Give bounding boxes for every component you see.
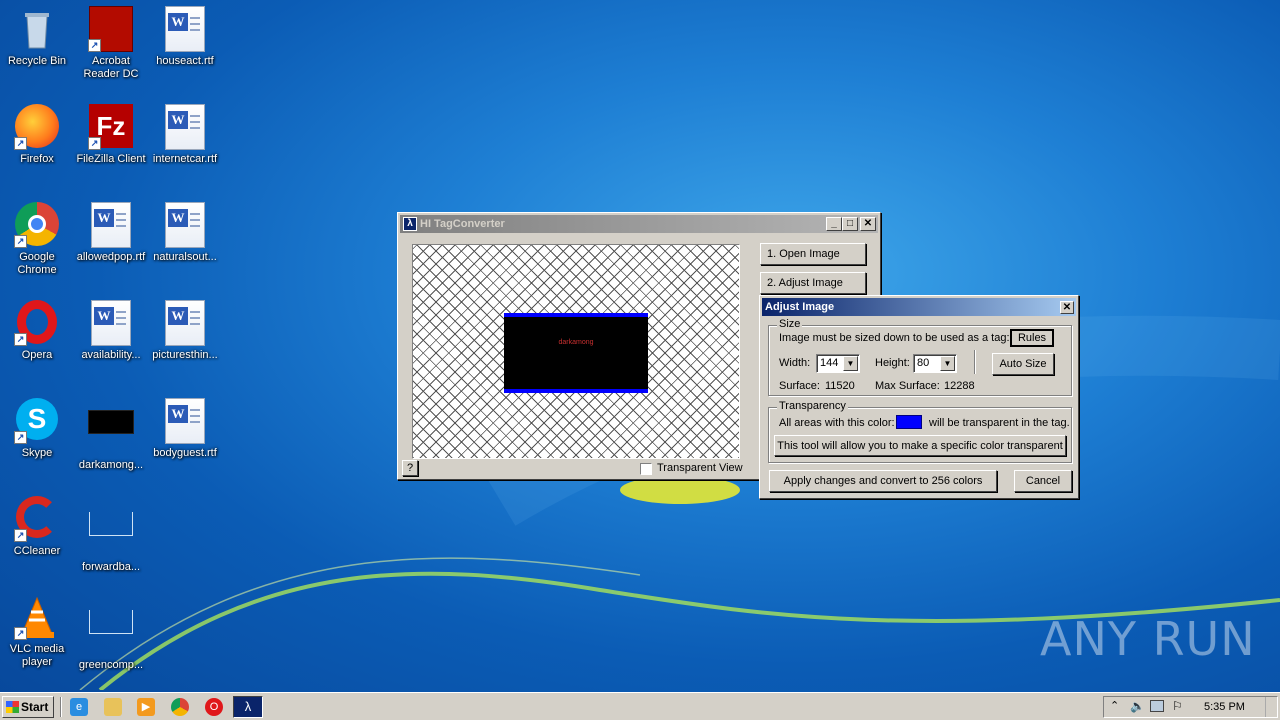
rules-button[interactable]: Rules [1010,329,1054,347]
minimize-button[interactable]: _ [826,217,842,231]
transparent-text: will be transparent in the tag. [929,417,1070,429]
desktop-icon-label: VLC media player [9,643,65,668]
desktop-icon-label: picturesthin... [152,349,218,361]
desktop-icon-label: Recycle Bin [7,55,67,67]
cancel-button[interactable]: Cancel [1014,470,1072,492]
max-surface-label: Max Surface: [875,380,940,392]
desktop-icon-label: CCleaner [13,545,61,557]
size-message: Image must be sized down to be used as a… [779,332,1010,344]
transparent-color-swatch[interactable] [896,415,922,429]
apply-button[interactable]: Apply changes and convert to 256 colors [769,470,997,492]
skype-icon[interactable]: S ↗ Skype [0,398,74,460]
tagconverter-taskbar-button[interactable]: λ [233,696,263,718]
open-image-button[interactable]: 1. Open Image [760,243,866,265]
dialog-title: Adjust Image [765,301,835,313]
desktop-icon-label: FileZilla Client [76,153,146,165]
close-button[interactable]: ✕ [860,217,876,231]
help-button[interactable]: ? [402,460,418,476]
surface-label: Surface: [779,380,820,392]
app-icon: λ [403,217,417,231]
firefox-icon[interactable]: ↗ Firefox [0,104,74,166]
rtf-file-icon[interactable]: W picturesthin... [148,300,222,362]
desktop-icon-label: Google Chrome [17,251,57,276]
close-button[interactable]: ✕ [1060,300,1074,314]
chevron-down-icon[interactable]: ▼ [940,356,955,371]
chrome-icon[interactable]: ↗ Google Chrome [0,202,74,277]
show-hidden-icons-icon[interactable]: ⌃ [1110,699,1119,712]
network-icon[interactable] [1150,700,1164,712]
desktop-icon-label: bodyguest.rtf [153,447,217,459]
clock[interactable]: 5:35 PM [1204,701,1245,713]
rtf-file-icon[interactable]: W allowedpop.rtf [74,202,148,264]
desktop-icon-label: greencomp... [78,659,144,671]
rtf-file-icon[interactable]: W naturalsout... [148,202,222,264]
ccleaner-icon[interactable]: ↗ CCleaner [0,496,74,558]
surface-value: 11520 [825,380,855,392]
windows-logo-icon [6,701,19,713]
desktop-icon-label: availability... [81,349,141,361]
adjust-image-titlebar[interactable]: Adjust Image ✕ [762,298,1076,316]
width-select[interactable]: 144 ▼ [816,354,860,373]
desktop-icon-label: naturalsout... [153,251,217,263]
anyrun-watermark: ANY RUN [1040,612,1256,666]
desktop-icon-label: internetcar.rtf [152,153,218,165]
taskbar-separator [60,697,62,717]
window-title: HI TagConverter [420,218,505,230]
color-tool-button[interactable]: This tool will allow you to make a speci… [774,435,1066,456]
opera-icon[interactable]: ↗ Opera [0,300,74,362]
max-surface-value: 12288 [944,380,975,392]
desktop-icon-label: Firefox [20,153,54,165]
desktop-icon-label: Opera [21,349,53,361]
desktop-icon-label: Acrobat Reader DC [83,55,139,80]
tagconverter-titlebar[interactable]: λ HI TagConverter _ □ ✕ [400,215,878,233]
desktop-icon-label: forwardba... [81,561,141,573]
ie-icon[interactable]: e [70,698,88,716]
adjust-image-dialog: Adjust Image ✕ Size Image must be sized … [759,295,1079,499]
desktop-icon-label: allowedpop.rtf [76,251,146,263]
start-label: Start [21,700,49,714]
start-button[interactable]: Start [2,696,54,718]
width-label: Width: [779,357,811,369]
maximize-button[interactable]: □ [842,217,858,231]
image-file-icon[interactable]: darkamong... [74,398,148,472]
all-areas-text: All areas with this color: [779,417,895,429]
rtf-file-icon[interactable]: W bodyguest.rtf [148,398,222,460]
separator [974,350,976,374]
show-desktop-button[interactable] [1265,697,1275,717]
media-player-icon[interactable]: ▶ [137,698,155,716]
desktop-icon-label: darkamong... [78,459,144,471]
rtf-file-icon[interactable]: W houseact.rtf [148,6,222,68]
flag-icon[interactable]: ⚐ [1172,699,1183,713]
width-value: 144 [820,357,839,369]
desktop-icon-label: Skype [21,447,53,459]
rtf-file-icon[interactable]: W availability... [74,300,148,362]
rtf-file-icon[interactable]: W internetcar.rtf [148,104,222,166]
system-tray: ⌃ 🔈 ⚐ 5:35 PM [1103,696,1278,718]
transparent-view-label: Transparent View [657,462,743,474]
size-legend: Size [777,318,803,330]
transparency-legend: Transparency [777,400,848,412]
desktop-icon-label: houseact.rtf [156,55,214,67]
height-select[interactable]: 80 ▼ [913,354,957,373]
taskbar: Start e ▶ O λ ⌃ 🔈 ⚐ 5:35 PM [0,692,1280,720]
vlc-icon[interactable]: ↗ VLC media player [0,594,74,669]
acrobat-reader-icon[interactable]: ↗ Acrobat Reader DC [74,6,148,81]
explorer-icon[interactable] [104,698,122,716]
chrome-taskbar-icon[interactable] [171,698,189,716]
transparent-view-checkbox[interactable] [640,463,652,475]
preview-image: darkamong [504,313,648,393]
recycle-bin-icon[interactable]: Recycle Bin [0,6,74,68]
image-preview: darkamong [412,244,740,459]
height-value: 80 [917,357,930,369]
filezilla-icon[interactable]: Fz ↗ FileZilla Client [74,104,148,166]
file-icon[interactable]: greencomp... [74,594,148,672]
auto-size-button[interactable]: Auto Size [992,353,1054,375]
adjust-image-button[interactable]: 2. Adjust Image [760,272,866,294]
file-icon[interactable]: forwardba... [74,496,148,574]
preview-text: darkamong [558,339,594,346]
volume-icon[interactable]: 🔈 [1130,699,1145,713]
chevron-down-icon[interactable]: ▼ [843,356,858,371]
height-label: Height: [875,357,910,369]
opera-taskbar-icon[interactable]: O [205,698,223,716]
